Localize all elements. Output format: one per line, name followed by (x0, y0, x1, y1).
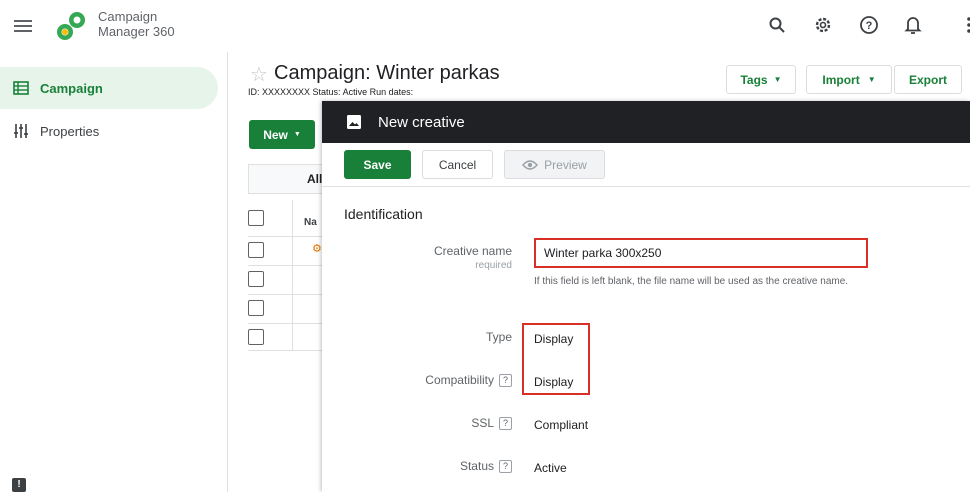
help-icon[interactable]: ? (856, 12, 882, 38)
sidebar-item-campaign[interactable]: Campaign (0, 67, 218, 109)
type-value: Display (534, 332, 574, 346)
divider (248, 350, 328, 351)
dialog-header: New creative (322, 101, 970, 143)
row-checkbox[interactable] (248, 271, 264, 287)
status-label: Status (459, 459, 494, 473)
dialog-toolbar: Save Cancel Preview (322, 143, 970, 187)
select-all-checkbox[interactable] (248, 210, 264, 226)
row-checkbox[interactable] (248, 242, 264, 258)
gear-icon[interactable] (810, 12, 836, 38)
creative-name-hint: If this field is left blank, the file na… (534, 276, 849, 287)
type-label: Type (485, 330, 512, 344)
sidebar-item-label: Campaign (40, 80, 103, 96)
ssl-value: Compliant (534, 418, 589, 432)
more-vert-icon[interactable] (956, 12, 970, 38)
sidebar-item-properties[interactable]: Properties (0, 110, 218, 152)
tags-button-label: Tags (740, 72, 768, 87)
feedback-icon[interactable]: ! (12, 478, 26, 492)
save-button[interactable]: Save (344, 150, 411, 179)
new-button-label: New (263, 127, 288, 142)
preview-button-label: Preview (544, 157, 587, 172)
preview-button[interactable]: Preview (504, 150, 605, 179)
divider (248, 323, 328, 324)
compatibility-value: Display (534, 375, 574, 389)
campaign-status: Status: Active (312, 87, 368, 97)
row-checkbox[interactable] (248, 329, 264, 345)
status-label-row: Status? (322, 459, 512, 473)
eye-icon (522, 159, 539, 170)
sidebar: Campaign Properties (0, 52, 228, 492)
required-label: required (475, 260, 512, 271)
creative-name-input[interactable] (534, 238, 868, 268)
help-icon[interactable]: ? (499, 417, 512, 430)
status-value: Active (534, 461, 567, 475)
import-button-label: Import (822, 72, 860, 87)
campaign-run-dates: Run dates: (369, 87, 414, 97)
star-icon[interactable]: ☆ (250, 62, 268, 87)
filter-all-label: All (307, 172, 323, 186)
page-title: Campaign: Winter parkas (274, 62, 500, 84)
export-button-label: Export (908, 72, 947, 87)
creative-name-label: Creative name (433, 244, 512, 258)
export-button[interactable]: Export (894, 65, 962, 94)
section-title: Identification (344, 206, 423, 222)
compatibility-label: Compatibility (425, 373, 494, 387)
dropdown-arrow-icon: ▼ (293, 131, 301, 138)
brand-line-2: Manager 360 (98, 24, 175, 39)
search-icon[interactable] (764, 12, 790, 38)
tags-button[interactable]: Tags ▼ (726, 65, 796, 94)
column-divider (292, 200, 293, 350)
new-button[interactable]: New ▼ (249, 120, 315, 149)
list-icon (12, 79, 30, 97)
campaign-manager-logo-icon (57, 12, 85, 40)
product-name: Campaign Manager 360 (98, 9, 175, 39)
creative-type-icon: ⚙ (312, 243, 322, 255)
top-app-bar: Campaign Manager 360 ? (0, 0, 970, 52)
ssl-label-row: SSL? (322, 416, 512, 430)
divider (248, 294, 328, 295)
cancel-button[interactable]: Cancel (422, 150, 493, 179)
ssl-label: SSL (471, 416, 494, 430)
import-button[interactable]: Import ▼ (806, 65, 892, 94)
column-header-name: Na (304, 217, 317, 228)
tune-icon (12, 122, 30, 140)
dropdown-arrow-icon: ▼ (773, 75, 782, 84)
svg-text:?: ? (866, 20, 873, 32)
new-creative-dialog: New creative Save Cancel Preview Identif… (322, 101, 970, 492)
filter-all-tab[interactable]: All (248, 164, 328, 194)
campaign-meta: ID: XXXXXXXX Status: Active Run dates: (248, 87, 413, 97)
brand-line-1: Campaign (98, 9, 158, 24)
compatibility-label-row: Compatibility? (322, 373, 512, 387)
menu-icon[interactable] (14, 20, 32, 32)
sidebar-item-label: Properties (40, 123, 100, 139)
notifications-bell-icon[interactable] (900, 12, 926, 38)
dropdown-arrow-icon: ▼ (867, 75, 876, 84)
image-icon (347, 115, 361, 129)
divider (248, 265, 328, 266)
row-checkbox[interactable] (248, 300, 264, 316)
help-icon[interactable]: ? (499, 460, 512, 473)
campaign-id: ID: XXXXXXXX (248, 87, 311, 97)
dialog-title: New creative (378, 113, 465, 131)
divider (248, 236, 328, 237)
help-icon[interactable]: ? (499, 374, 512, 387)
